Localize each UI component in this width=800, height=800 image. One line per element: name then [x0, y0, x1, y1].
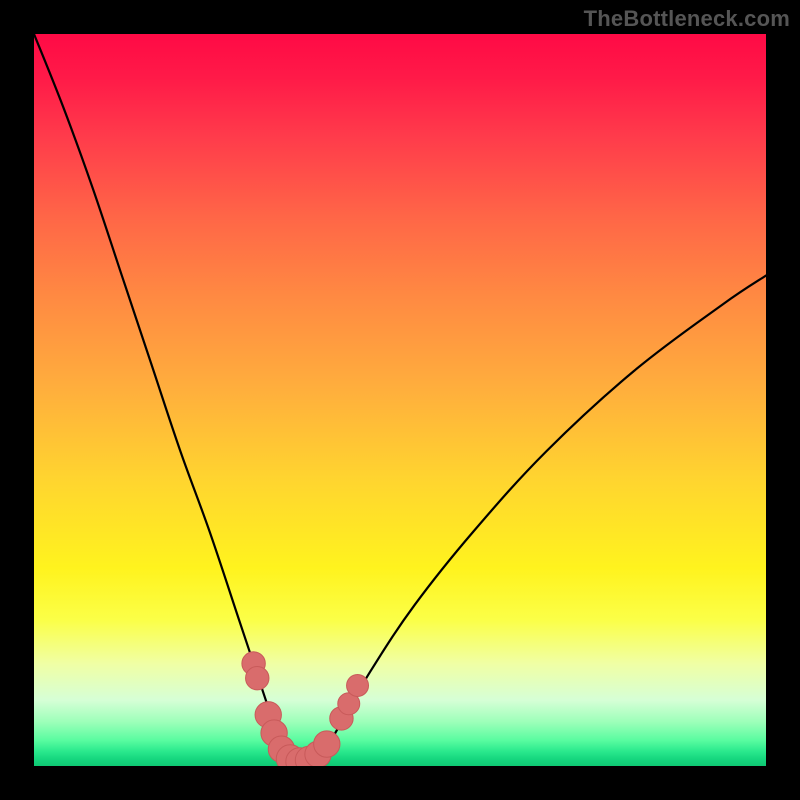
curve-markers: [242, 652, 369, 766]
curve-layer: [34, 34, 766, 766]
curve-marker: [314, 731, 340, 757]
plot-area: [34, 34, 766, 766]
bottleneck-curve: [34, 34, 766, 762]
chart-frame: TheBottleneck.com: [0, 0, 800, 800]
curve-marker: [246, 666, 269, 689]
watermark-text: TheBottleneck.com: [584, 6, 790, 32]
curve-marker: [347, 675, 369, 697]
